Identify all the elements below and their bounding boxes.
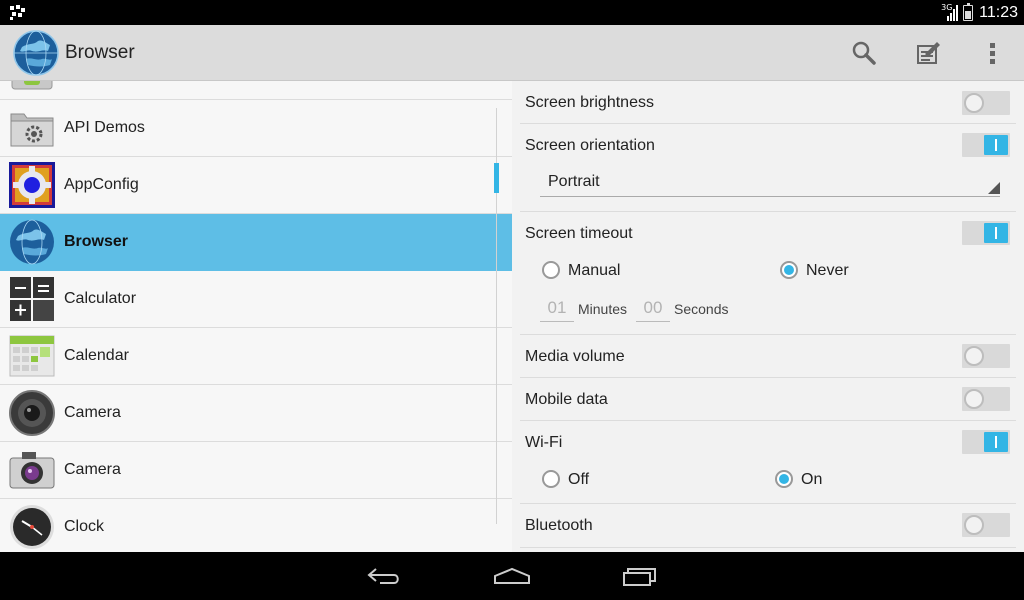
timeout-toggle[interactable] bbox=[962, 221, 1010, 245]
search-icon bbox=[852, 41, 876, 65]
dropdown-arrow-icon bbox=[988, 182, 1000, 194]
gear-icon bbox=[9, 162, 55, 208]
setting-label: Screen brightness bbox=[525, 94, 654, 111]
list-scrollbar[interactable] bbox=[494, 163, 499, 193]
brightness-toggle[interactable] bbox=[962, 91, 1010, 115]
list-item-browser[interactable]: Browser bbox=[0, 214, 512, 271]
edit-button[interactable] bbox=[908, 33, 948, 73]
setting-label: Bluetooth bbox=[525, 517, 593, 534]
recents-button[interactable] bbox=[610, 558, 670, 594]
radio-label: Manual bbox=[568, 262, 621, 279]
minutes-label: Minutes bbox=[578, 301, 628, 317]
recents-icon bbox=[623, 568, 656, 586]
navigation-bar bbox=[0, 552, 1024, 600]
camera-icon bbox=[9, 452, 55, 489]
wifi-toggle[interactable] bbox=[962, 430, 1010, 454]
setting-label: Media volume bbox=[525, 348, 625, 365]
orientation-toggle[interactable] bbox=[962, 133, 1010, 157]
timeout-manual-radio[interactable] bbox=[542, 261, 560, 279]
app-title: Browser bbox=[65, 42, 135, 63]
setting-mobile-data: Mobile data bbox=[520, 378, 1016, 421]
setting-label: Screen orientation bbox=[525, 137, 655, 154]
list-item-label: Camera bbox=[64, 404, 121, 421]
globe-icon[interactable] bbox=[12, 29, 60, 77]
list-item-label: AppConfig bbox=[64, 176, 139, 193]
list-item-label: Calculator bbox=[64, 290, 137, 307]
calendar-icon bbox=[9, 335, 55, 377]
list-item-label: Calendar bbox=[64, 347, 129, 364]
list-item-label: Clock bbox=[64, 518, 105, 535]
setting-label: Screen timeout bbox=[525, 225, 633, 242]
overflow-menu-icon bbox=[990, 43, 995, 64]
list-item-clock[interactable]: Clock bbox=[0, 499, 512, 552]
list-item-api-demos[interactable]: API Demos bbox=[0, 100, 512, 157]
list-item-camera-1[interactable]: Camera bbox=[0, 385, 512, 442]
list-item-label: Camera bbox=[64, 461, 121, 478]
setting-label: Mobile data bbox=[525, 391, 608, 408]
setting-media-volume: Media volume bbox=[520, 335, 1016, 378]
clock-icon bbox=[10, 505, 54, 549]
wifi-on-radio[interactable] bbox=[775, 470, 793, 488]
overflow-menu-button[interactable] bbox=[972, 33, 1012, 73]
mobile-data-toggle[interactable] bbox=[962, 387, 1010, 411]
list-item-label: API Demos bbox=[64, 119, 145, 136]
list-item-calculator[interactable]: Calculator bbox=[0, 271, 512, 328]
setting-screen-timeout: Screen timeout Manual Never 01 Minutes 0… bbox=[520, 212, 1016, 335]
settings-panel: Screen brightness Screen orientation Por… bbox=[512, 81, 1024, 552]
orientation-value: Portrait bbox=[548, 173, 600, 190]
bluetooth-toggle[interactable] bbox=[962, 513, 1010, 537]
app-list[interactable]: API Demos AppConfig Browser Calculator C… bbox=[0, 81, 512, 552]
radio-label: On bbox=[801, 471, 823, 488]
minutes-field[interactable]: 01 bbox=[540, 296, 574, 322]
seconds-label: Seconds bbox=[674, 301, 729, 317]
seconds-field[interactable]: 00 bbox=[636, 296, 670, 322]
setting-wifi: Wi-Fi Off On bbox=[520, 421, 1016, 504]
setting-screen-brightness: Screen brightness bbox=[520, 81, 1016, 124]
wifi-off-radio[interactable] bbox=[542, 470, 560, 488]
battery-icon bbox=[963, 2, 974, 21]
calculator-icon bbox=[10, 277, 54, 321]
api-demos-folder-icon bbox=[10, 113, 54, 147]
timeout-never-radio[interactable] bbox=[780, 261, 798, 279]
status-clock: 11:23 bbox=[979, 3, 1018, 21]
radio-label: Never bbox=[806, 262, 849, 279]
orientation-spinner[interactable]: Portrait bbox=[540, 171, 1000, 197]
notification-icon bbox=[10, 5, 25, 20]
list-item-appconfig[interactable]: AppConfig bbox=[0, 157, 512, 214]
list-item-camera-2[interactable]: Camera bbox=[0, 442, 512, 499]
list-item[interactable] bbox=[0, 81, 512, 100]
list-item-calendar[interactable]: Calendar bbox=[0, 328, 512, 385]
setting-bluetooth: Bluetooth bbox=[520, 504, 1016, 548]
back-button[interactable] bbox=[354, 558, 414, 594]
android-folder-icon bbox=[11, 81, 53, 90]
edit-icon bbox=[917, 42, 940, 64]
list-item-label: Browser bbox=[64, 233, 129, 250]
home-button[interactable] bbox=[482, 558, 542, 594]
setting-label: Wi-Fi bbox=[525, 434, 563, 451]
back-icon bbox=[367, 568, 399, 584]
setting-screen-orientation: Screen orientation Portrait bbox=[520, 124, 1016, 212]
home-icon bbox=[494, 567, 530, 584]
camera-lens-icon bbox=[9, 390, 55, 436]
action-bar: Browser bbox=[0, 25, 1024, 81]
mobile-signal-icon: 3G bbox=[941, 4, 959, 21]
globe-icon bbox=[10, 219, 54, 265]
search-button[interactable] bbox=[844, 33, 884, 73]
status-bar: 3G 11:23 bbox=[0, 0, 1024, 25]
radio-label: Off bbox=[568, 471, 590, 488]
media-volume-toggle[interactable] bbox=[962, 344, 1010, 368]
